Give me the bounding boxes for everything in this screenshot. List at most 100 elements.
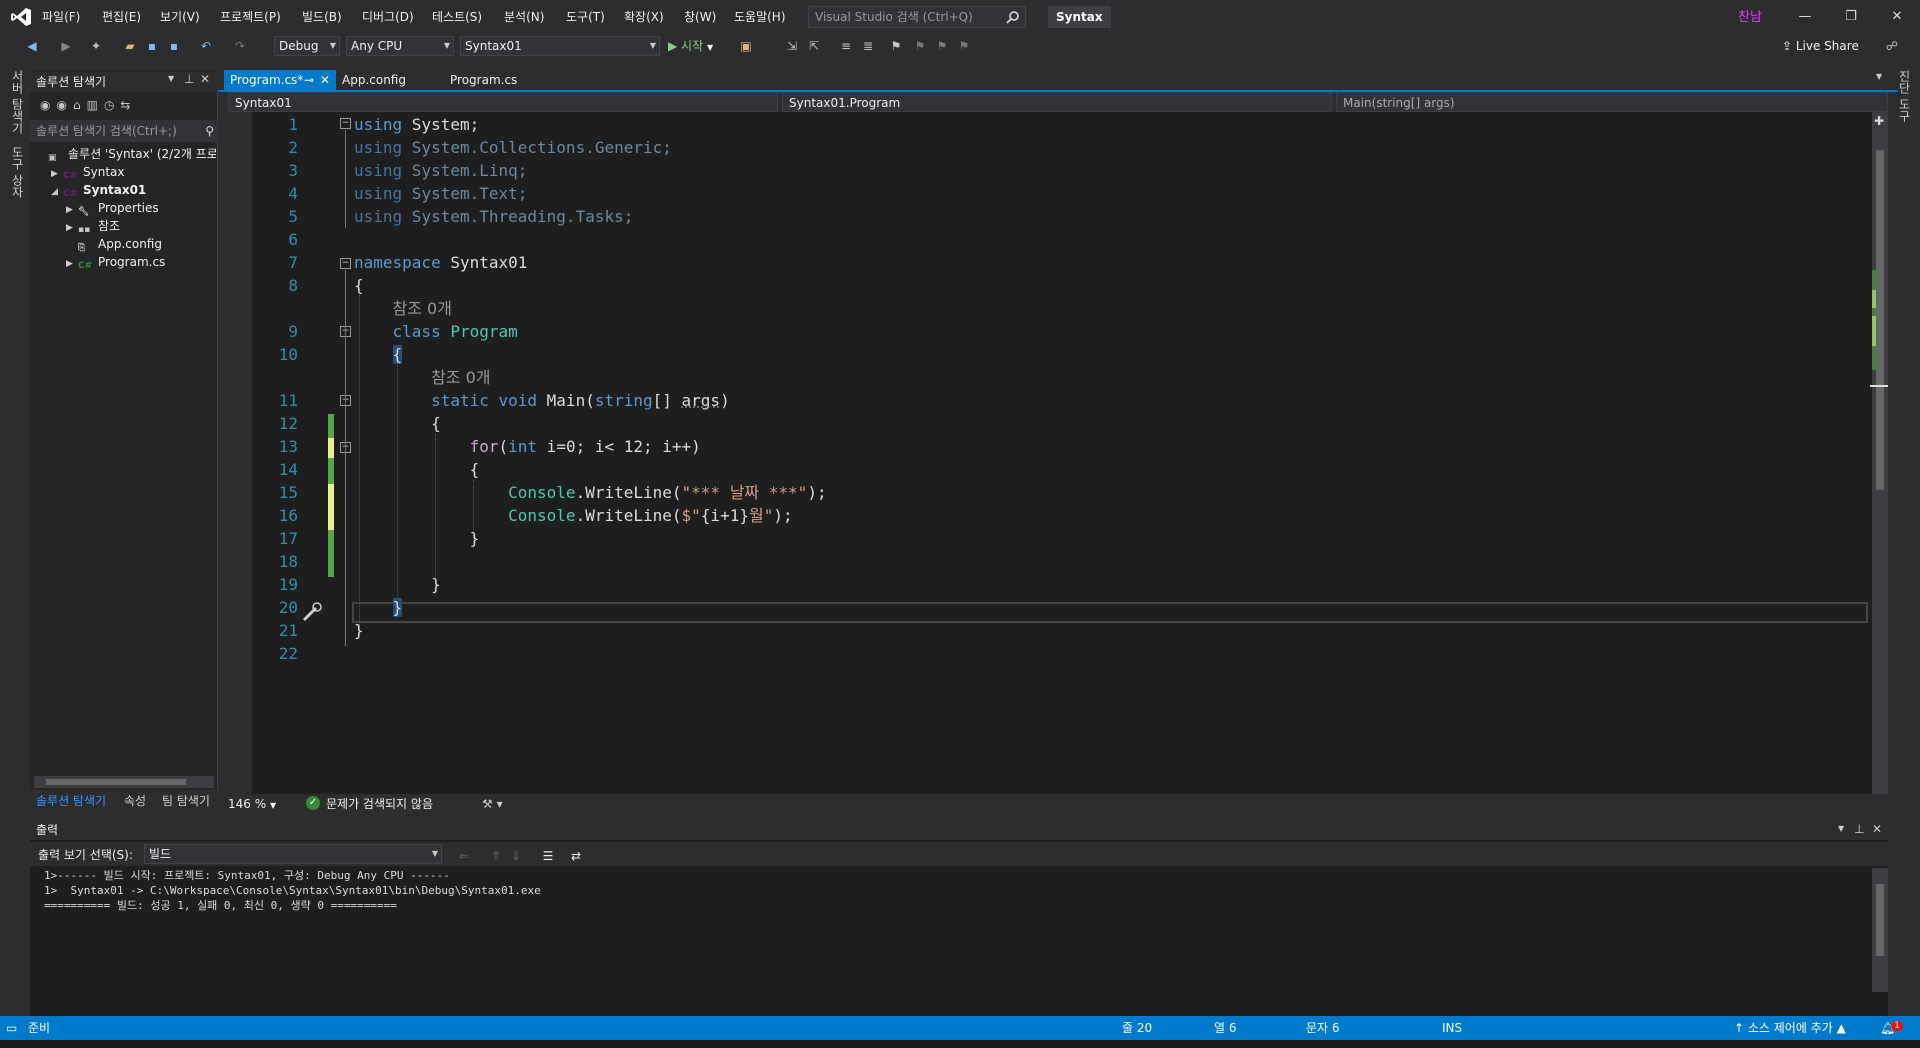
close-panel-icon[interactable]: ✕ [200, 72, 210, 86]
tree-item[interactable]: ◢ C# Syntax01 [36, 181, 216, 199]
menu-tools[interactable]: 도구(T) [562, 8, 609, 26]
status-column[interactable]: 열 6 [1214, 1016, 1237, 1040]
prev-message-icon[interactable]: ⇑ [488, 848, 504, 864]
redo-icon[interactable]: ↷ [232, 38, 248, 54]
tab-program-cs-modified[interactable]: Program.cs* ⊸ ✕ [224, 70, 336, 90]
status-line[interactable]: 줄 20 [1122, 1016, 1152, 1040]
tab-overflow-icon[interactable]: ▼ [1876, 72, 1882, 81]
pin-icon[interactable]: ⊸ [304, 70, 314, 90]
issues-status[interactable]: 문제가 검색되지 않음 [326, 794, 433, 814]
comment-icon[interactable]: ≡ [838, 38, 854, 54]
type-nav-dropdown[interactable]: Syntax01.Program [782, 92, 1332, 112]
home-icon[interactable]: ⌂ [73, 98, 87, 112]
menu-file[interactable]: 파일(F) [38, 8, 84, 26]
navigate-forward-icon[interactable]: ▶ [58, 38, 74, 54]
menu-window[interactable]: 창(W) [680, 8, 720, 26]
notifications-button[interactable]: 🔔︎1 [1880, 1016, 1907, 1040]
close-panel-icon[interactable]: ✕ [1872, 822, 1882, 836]
solution-explorer-search-input[interactable]: 솔루션 탐색기 검색(Ctrl+;) ⚲ [30, 120, 218, 142]
status-char[interactable]: 문자 6 [1306, 1016, 1340, 1040]
vs-search-input[interactable]: Visual Studio 검색 (Ctrl+Q) [808, 6, 1026, 28]
panel-menu-icon[interactable]: ▼ [1838, 824, 1844, 833]
sync-icon[interactable]: ⇆ [120, 98, 136, 112]
back-icon[interactable]: ◉ [40, 98, 56, 112]
split-editor-icon[interactable]: ✚ [1874, 114, 1884, 128]
code-cleanup-icon[interactable]: ⚒ ▾ [482, 794, 503, 814]
solution-platform-dropdown[interactable]: Any CPU ▼ [346, 36, 454, 56]
server-explorer-tab[interactable]: 서버 탐색기 [9, 70, 26, 134]
undo-icon[interactable]: ↶ [198, 38, 214, 54]
save-icon[interactable]: ▪ [144, 38, 160, 54]
maximize-button[interactable]: ❐ [1828, 0, 1874, 34]
tree-item[interactable]: ⎘ App.config [36, 235, 216, 253]
find-message-icon[interactable]: ⇐ [456, 848, 472, 864]
output-text[interactable]: 1>------ 빌드 시작: 프로젝트: Syntax01, 구성: Debu… [44, 868, 1864, 913]
scrollbar-thumb[interactable] [1876, 150, 1884, 490]
tree-item[interactable]: ▶ C# Program.cs [36, 253, 216, 271]
word-wrap-icon[interactable]: ⇄ [568, 848, 584, 864]
tree-item[interactable]: ▶ ▪▪ 참조 [36, 217, 216, 235]
tree-item[interactable]: ▶ 🔧︎ Properties [36, 199, 216, 217]
close-button[interactable]: ✕ [1874, 0, 1920, 34]
menu-build[interactable]: 빌드(B) [298, 8, 346, 26]
live-share-button[interactable]: ⇪ Live Share [1782, 36, 1859, 56]
member-nav-dropdown[interactable]: Main(string[] args) [1336, 92, 1888, 112]
start-debugging-button[interactable]: ▶ 시작 ▼ [668, 36, 713, 56]
output-vertical-scrollbar[interactable] [1872, 868, 1888, 992]
minimize-button[interactable]: — [1782, 0, 1828, 34]
tab-properties[interactable]: 속성 [124, 792, 146, 810]
prev-bookmark-icon[interactable]: ⚑ [912, 38, 928, 54]
pin-icon[interactable]: ⊥ [1854, 822, 1864, 836]
tab-app-config[interactable]: App.config [336, 70, 412, 90]
new-project-icon[interactable]: ✦ [88, 38, 104, 54]
quick-actions-screwdriver-icon[interactable] [300, 602, 324, 624]
switch-views-icon[interactable]: ▥ [87, 98, 104, 112]
tree-item-solution[interactable]: ▣ 솔루션 'Syntax' (2/2개 프로젝트) [36, 145, 216, 163]
output-source-dropdown[interactable]: 빌드 ▼ [144, 844, 442, 864]
tab-program-cs[interactable]: Program.cs [444, 70, 523, 90]
bookmark-icon[interactable]: ⚑ [888, 38, 904, 54]
step-over-icon[interactable]: ⇱ [806, 38, 822, 54]
codelens-label[interactable]: 참조 0개 [393, 299, 452, 318]
menu-project[interactable]: 프로젝트(P) [216, 8, 285, 26]
menu-edit[interactable]: 편집(E) [98, 8, 145, 26]
pending-changes-icon[interactable]: ◷ [104, 98, 120, 112]
menu-help[interactable]: 도움말(H) [730, 8, 790, 26]
tab-team-explorer[interactable]: 팀 탐색기 [162, 792, 210, 810]
close-tab-icon[interactable]: ✕ [320, 70, 330, 90]
toolbox-tab[interactable]: 도구 상자 [9, 146, 26, 198]
pin-icon[interactable]: ⊥ [184, 72, 194, 86]
step-into-icon[interactable]: ⇲ [784, 38, 800, 54]
open-file-icon[interactable]: ▰ [122, 38, 138, 54]
forward-icon[interactable]: ◉ [56, 98, 72, 112]
scrollbar-thumb[interactable] [46, 779, 186, 785]
tab-solution-explorer[interactable]: 솔루션 탐색기 [36, 792, 106, 810]
zoom-dropdown[interactable]: 146 % ▼ [228, 794, 288, 814]
menu-analyze[interactable]: 분석(N) [500, 8, 548, 26]
next-bookmark-icon[interactable]: ⚑ [934, 38, 950, 54]
diagnostic-tools-tab[interactable]: 진단 도구 [1896, 70, 1913, 122]
clear-all-icon[interactable]: ☰ [540, 848, 556, 864]
project-nav-dropdown[interactable]: Syntax01 [228, 92, 778, 112]
add-to-source-control-button[interactable]: ↑ 소스 제어에 추가 ▲ [1734, 1016, 1846, 1040]
browser-link-icon[interactable]: ▣ [738, 38, 754, 54]
clear-bookmarks-icon[interactable]: ⚑ [956, 38, 972, 54]
next-message-icon[interactable]: ⇓ [508, 848, 524, 864]
menu-view[interactable]: 보기(V) [156, 8, 204, 26]
account-name[interactable]: 찬남 [1738, 6, 1762, 25]
feedback-icon[interactable]: ☍ [1884, 38, 1900, 54]
solution-explorer-horizontal-scrollbar[interactable] [34, 776, 214, 788]
uncomment-icon[interactable]: ≣ [860, 38, 876, 54]
code-text[interactable]: using System; using System.Collections.G… [354, 113, 1854, 665]
menu-extensions[interactable]: 확장(X) [620, 8, 668, 26]
scrollbar-thumb[interactable] [1876, 884, 1884, 956]
tree-item[interactable]: ▶ C# Syntax [36, 163, 216, 181]
codelens-label[interactable]: 참조 0개 [431, 368, 490, 387]
navigate-back-icon[interactable]: ◀ [24, 38, 40, 54]
panel-menu-icon[interactable]: ▼ [168, 74, 174, 83]
collapsed-arrow-icon[interactable]: ▶ [66, 255, 78, 271]
collapse-toggle-icon[interactable]: − [340, 258, 351, 269]
startup-project-dropdown[interactable]: Syntax01 ▼ [460, 36, 660, 56]
expanded-arrow-icon[interactable]: ◢ [51, 183, 63, 201]
menu-debug[interactable]: 디버그(D) [358, 8, 418, 26]
